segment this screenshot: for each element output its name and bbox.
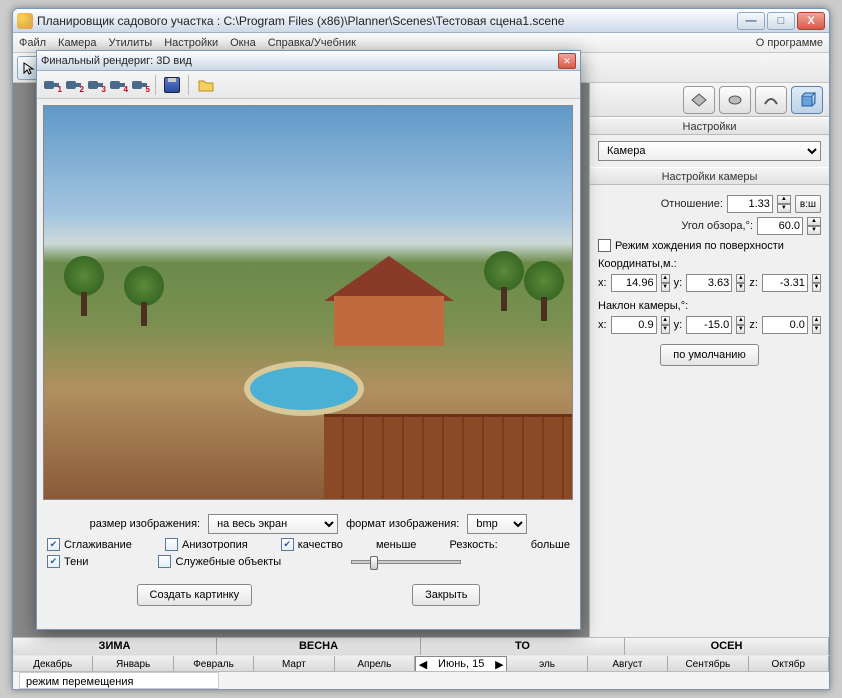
dialog-toolbar: 1 2 3 4 5 bbox=[37, 71, 580, 99]
sharpness-slider[interactable] bbox=[351, 560, 461, 564]
walk-checkbox[interactable] bbox=[598, 239, 611, 252]
maximize-button[interactable]: □ bbox=[767, 12, 795, 30]
imgsize-select[interactable]: на весь экран bbox=[208, 514, 338, 534]
camera-select[interactable]: Камера bbox=[598, 141, 821, 161]
menu-camera[interactable]: Камера bbox=[58, 37, 96, 49]
create-image-button[interactable]: Создать картинку bbox=[137, 584, 253, 606]
save-icon[interactable] bbox=[164, 77, 180, 93]
month[interactable]: Август bbox=[588, 656, 668, 673]
month[interactable]: Декабрь bbox=[13, 656, 93, 673]
coord-z[interactable] bbox=[762, 274, 808, 292]
date-prev[interactable]: ◀ bbox=[416, 658, 430, 671]
month[interactable]: Апрель bbox=[335, 656, 415, 673]
timeline: ЗИМА ВЕСНА ТО ОСЕН Декабрь Январь Феврал… bbox=[13, 637, 829, 671]
ratio-mode-button[interactable]: в:ш bbox=[795, 195, 821, 213]
season-autumn[interactable]: ОСЕН bbox=[625, 638, 829, 655]
camera-5-icon[interactable]: 5 bbox=[131, 78, 147, 92]
ratio-input[interactable] bbox=[727, 195, 773, 213]
menu-file[interactable]: Файл bbox=[19, 37, 46, 49]
tilt-x[interactable] bbox=[611, 316, 657, 334]
shadows-checkbox[interactable]: ✔ bbox=[47, 555, 60, 568]
season-summer[interactable]: ТО bbox=[421, 638, 625, 655]
serviceobj-checkbox[interactable] bbox=[158, 555, 171, 568]
folder-icon[interactable] bbox=[197, 77, 215, 93]
ratio-label: Отношение: bbox=[598, 198, 723, 210]
minimize-button[interactable]: — bbox=[737, 12, 765, 30]
smoothing-checkbox[interactable]: ✔ bbox=[47, 538, 60, 551]
coord-y[interactable] bbox=[686, 274, 732, 292]
statusbar: режим перемещения bbox=[13, 671, 829, 689]
imgfmt-label: формат изображения: bbox=[346, 518, 459, 530]
dialog-titlebar[interactable]: Финальный рендериг: 3D вид ✕ bbox=[37, 51, 580, 71]
month[interactable]: Февраль bbox=[174, 656, 254, 673]
dialog-close-btn[interactable]: Закрыть bbox=[412, 584, 480, 606]
date-control[interactable]: ◀ Июнь, 15 ▶ bbox=[415, 656, 507, 673]
imgfmt-select[interactable]: bmp bbox=[467, 514, 527, 534]
camera-settings-header: Настройки камеры bbox=[590, 167, 829, 185]
tilt-z[interactable] bbox=[762, 316, 808, 334]
month[interactable]: Октябр bbox=[749, 656, 829, 673]
menu-help[interactable]: Справка/Учебник bbox=[268, 37, 356, 49]
right-panel: Настройки Камера Настройки камеры Отноше… bbox=[589, 83, 829, 689]
window-title: Планировщик садового участка : C:\Progra… bbox=[37, 14, 737, 28]
default-button[interactable]: по умолчанию bbox=[660, 344, 758, 366]
view-mode-2[interactable] bbox=[719, 86, 751, 114]
dialog-title: Финальный рендериг: 3D вид bbox=[41, 55, 558, 67]
season-winter[interactable]: ЗИМА bbox=[13, 638, 217, 655]
view-mode-3[interactable] bbox=[755, 86, 787, 114]
fov-spinner[interactable]: ▲▼ bbox=[807, 217, 821, 235]
menu-utils[interactable]: Утилиты bbox=[109, 37, 153, 49]
quality-checkbox[interactable]: ✔ bbox=[281, 538, 294, 551]
fov-label: Угол обзора,°: bbox=[598, 220, 753, 232]
menu-about[interactable]: О программе bbox=[756, 37, 823, 49]
tilt-y[interactable] bbox=[686, 316, 732, 334]
app-icon bbox=[17, 13, 33, 29]
render-dialog: Финальный рендериг: 3D вид ✕ 1 2 3 4 5 р… bbox=[36, 50, 581, 630]
camera-2-icon[interactable]: 2 bbox=[65, 78, 81, 92]
fov-input[interactable] bbox=[757, 217, 803, 235]
camera-3-icon[interactable]: 3 bbox=[87, 78, 103, 92]
imgsize-label: размер изображения: bbox=[90, 518, 200, 530]
month[interactable]: Январь bbox=[93, 656, 173, 673]
dialog-close-button[interactable]: ✕ bbox=[558, 53, 576, 69]
tilt-label: Наклон камеры,°: bbox=[598, 300, 821, 312]
month[interactable]: Март bbox=[254, 656, 334, 673]
camera-1-icon[interactable]: 1 bbox=[43, 78, 59, 92]
season-spring[interactable]: ВЕСНА bbox=[217, 638, 421, 655]
settings-header: Настройки bbox=[590, 117, 829, 135]
walk-label: Режим хождения по поверхности bbox=[615, 240, 784, 252]
render-preview bbox=[43, 105, 573, 500]
ratio-spinner[interactable]: ▲▼ bbox=[777, 195, 791, 213]
date-value: Июнь, 15 bbox=[430, 658, 492, 670]
month[interactable]: Сентябрь bbox=[668, 656, 748, 673]
close-button[interactable]: X bbox=[797, 12, 825, 30]
right-toolbar bbox=[590, 83, 829, 117]
status-text: режим перемещения bbox=[19, 672, 219, 689]
coord-x[interactable] bbox=[611, 274, 657, 292]
camera-4-icon[interactable]: 4 bbox=[109, 78, 125, 92]
view-mode-1[interactable] bbox=[683, 86, 715, 114]
date-next[interactable]: ▶ bbox=[492, 658, 506, 671]
coords-label: Координаты,м.: bbox=[598, 258, 821, 270]
menu-settings[interactable]: Настройки bbox=[164, 37, 218, 49]
view-mode-cube[interactable] bbox=[791, 86, 823, 114]
month[interactable]: эль bbox=[507, 656, 587, 673]
titlebar[interactable]: Планировщик садового участка : C:\Progra… bbox=[13, 9, 829, 33]
aniso-checkbox[interactable] bbox=[165, 538, 178, 551]
menu-windows[interactable]: Окна bbox=[230, 37, 256, 49]
